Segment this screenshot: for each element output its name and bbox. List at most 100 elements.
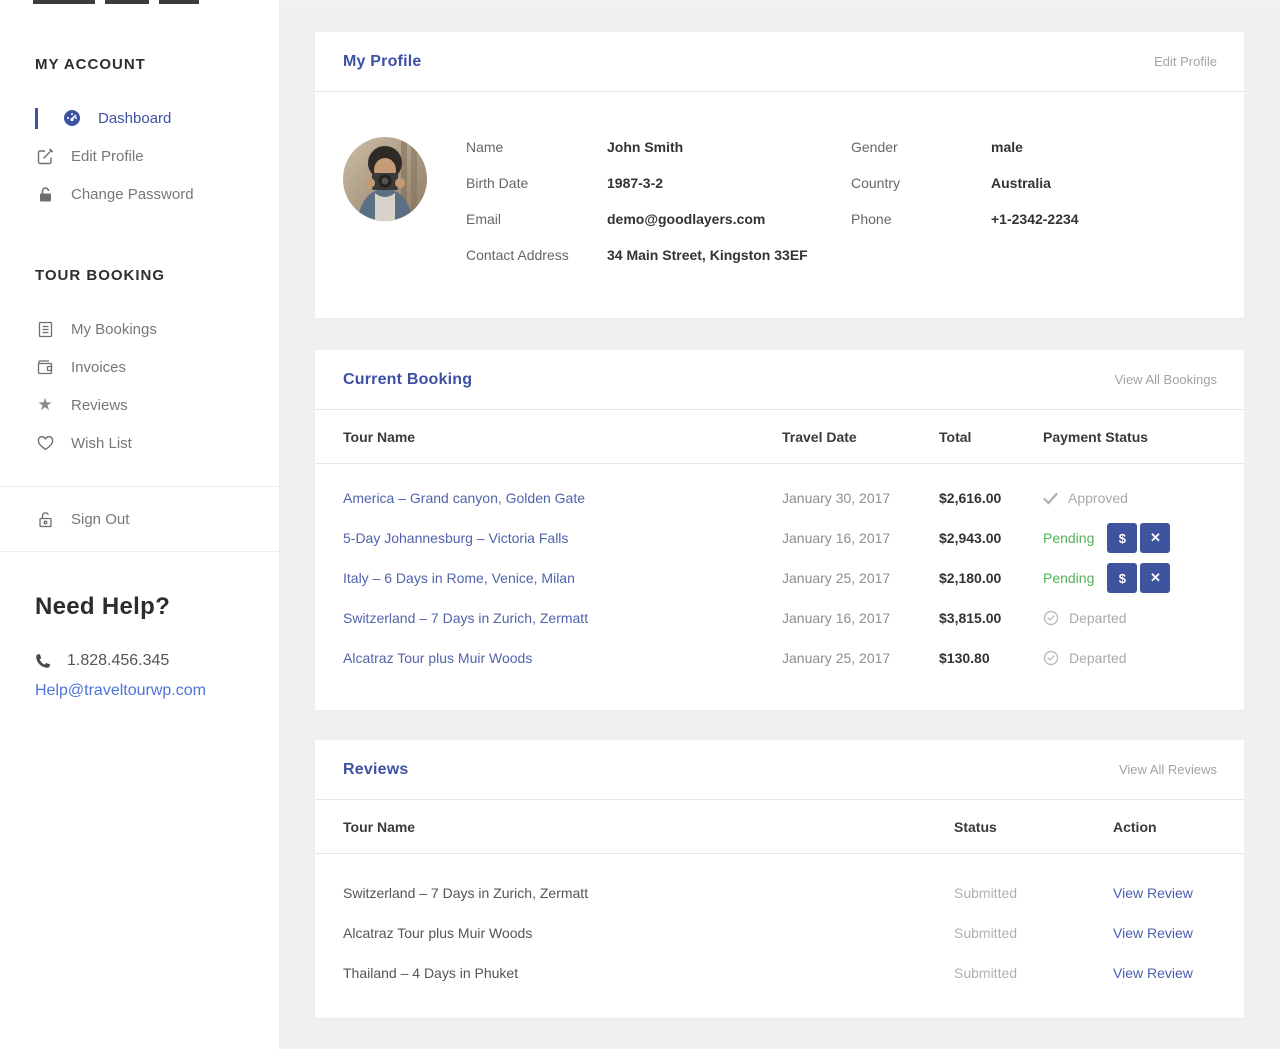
sidebar-item-wish-list[interactable]: Wish List xyxy=(0,424,279,462)
my-profile-title: My Profile xyxy=(343,53,421,71)
dashboard-icon xyxy=(62,109,82,127)
total-amount: $3,815.00 xyxy=(939,610,1043,626)
help-phone-number: 1.828.456.345 xyxy=(67,652,169,670)
check-circle-icon xyxy=(1043,610,1059,626)
pay-button[interactable]: $ xyxy=(1107,563,1137,593)
table-row: America – Grand canyon, Golden Gate Janu… xyxy=(343,478,1217,518)
invoice-icon xyxy=(35,360,55,375)
field-value: John Smith xyxy=(607,139,851,155)
travel-date: January 16, 2017 xyxy=(782,610,939,626)
status-text: Approved xyxy=(1068,490,1128,506)
column-header: Travel Date xyxy=(782,429,939,445)
need-help-title: Need Help? xyxy=(35,593,279,621)
status-text: Pending xyxy=(1043,570,1094,586)
help-email-link[interactable]: Help@traveltourwp.com xyxy=(35,682,206,700)
view-all-bookings-link[interactable]: View All Bookings xyxy=(1115,372,1217,387)
sidebar-item-label: Edit Profile xyxy=(71,148,144,165)
column-header: Total xyxy=(939,429,1043,445)
travel-date: January 30, 2017 xyxy=(782,490,939,506)
reviews-table-header: Tour Name Status Action xyxy=(315,800,1244,854)
sidebar-item-label: Sign Out xyxy=(71,511,129,528)
top-clipped-content xyxy=(280,0,1280,5)
tour-name-link[interactable]: Alcatraz Tour plus Muir Woods xyxy=(343,650,782,666)
travel-date: January 16, 2017 xyxy=(782,530,939,546)
sidebar-item-invoices[interactable]: Invoices xyxy=(0,348,279,386)
sidebar-item-label: Wish List xyxy=(71,435,132,452)
tour-name: Thailand – 4 Days in Phuket xyxy=(343,965,954,981)
review-status: Submitted xyxy=(954,885,1113,901)
view-review-link[interactable]: View Review xyxy=(1113,925,1217,941)
my-profile-card: My Profile Edit Profile xyxy=(315,32,1244,318)
check-circle-icon xyxy=(1043,650,1059,666)
my-account-nav: Dashboard Edit Profile Change Password xyxy=(0,99,279,213)
tour-name-link[interactable]: Switzerland – 7 Days in Zurich, Zermatt xyxy=(343,610,782,626)
field-value: demo@goodlayers.com xyxy=(607,211,851,227)
help-phone-row: 1.828.456.345 xyxy=(35,652,279,670)
column-header: Action xyxy=(1113,819,1217,835)
sidebar-item-change-password[interactable]: Change Password xyxy=(0,175,279,213)
total-amount: $2,616.00 xyxy=(939,490,1043,506)
status-text: Departed xyxy=(1069,610,1127,626)
lock-icon xyxy=(35,186,55,203)
review-status: Submitted xyxy=(954,925,1113,941)
unlock-icon xyxy=(35,511,55,528)
table-row: Italy – 6 Days in Rome, Venice, Milan Ja… xyxy=(343,558,1217,598)
sidebar-item-my-bookings[interactable]: My Bookings xyxy=(0,310,279,348)
pay-button[interactable]: $ xyxy=(1107,523,1137,553)
sidebar-item-edit-profile[interactable]: Edit Profile xyxy=(0,137,279,175)
travel-date: January 25, 2017 xyxy=(782,570,939,586)
bookings-icon xyxy=(35,321,55,338)
reviews-card: Reviews View All Reviews Tour Name Statu… xyxy=(315,740,1244,1018)
sidebar-divider xyxy=(0,551,279,552)
field-value: Australia xyxy=(991,175,1217,191)
booking-table-header: Tour Name Travel Date Total Payment Stat… xyxy=(315,410,1244,464)
heart-icon xyxy=(35,436,55,451)
payment-status: Pending $ ✕ xyxy=(1043,523,1217,553)
tour-name: Alcatraz Tour plus Muir Woods xyxy=(343,925,954,941)
column-header: Status xyxy=(954,819,1113,835)
payment-status: Departed xyxy=(1043,610,1217,626)
field-value: +1-2342-2234 xyxy=(991,211,1217,227)
sidebar-item-sign-out[interactable]: Sign Out xyxy=(0,500,279,538)
column-header: Tour Name xyxy=(343,819,954,835)
tour-name-link[interactable]: America – Grand canyon, Golden Gate xyxy=(343,490,782,506)
need-help-section: Need Help? 1.828.456.345 Help@traveltour… xyxy=(0,593,279,700)
view-review-link[interactable]: View Review xyxy=(1113,885,1217,901)
field-label: Email xyxy=(466,211,607,227)
table-row: Switzerland – 7 Days in Zurich, Zermatt … xyxy=(343,598,1217,638)
phone-icon xyxy=(35,653,51,669)
table-row: Thailand – 4 Days in Phuket Submitted Vi… xyxy=(343,953,1217,993)
table-row: 5-Day Johannesburg – Victoria Falls Janu… xyxy=(343,518,1217,558)
check-icon xyxy=(1043,492,1058,505)
profile-fields: Name John Smith Gender male Birth Date 1… xyxy=(466,129,1217,273)
sidebar-item-label: Dashboard xyxy=(98,110,171,127)
field-value: 34 Main Street, Kingston 33EF xyxy=(607,247,851,263)
total-amount: $2,180.00 xyxy=(939,570,1043,586)
table-row: Alcatraz Tour plus Muir Woods Submitted … xyxy=(343,913,1217,953)
tour-name-link[interactable]: Italy – 6 Days in Rome, Venice, Milan xyxy=(343,570,782,586)
sidebar-item-label: Change Password xyxy=(71,186,194,203)
edit-profile-link[interactable]: Edit Profile xyxy=(1154,54,1217,69)
tour-name-link[interactable]: 5-Day Johannesburg – Victoria Falls xyxy=(343,530,782,546)
cancel-booking-button[interactable]: ✕ xyxy=(1140,523,1170,553)
field-label: Name xyxy=(466,139,607,155)
view-review-link[interactable]: View Review xyxy=(1113,965,1217,981)
sidebar-heading-tour-booking: TOUR BOOKING xyxy=(0,267,279,284)
current-booking-card: Current Booking View All Bookings Tour N… xyxy=(315,350,1244,710)
active-indicator xyxy=(35,108,38,129)
travel-date: January 25, 2017 xyxy=(782,650,939,666)
cancel-booking-button[interactable]: ✕ xyxy=(1140,563,1170,593)
view-all-reviews-link[interactable]: View All Reviews xyxy=(1119,762,1217,777)
field-value: 1987-3-2 xyxy=(607,175,851,191)
payment-status: Approved xyxy=(1043,490,1217,506)
field-label: Gender xyxy=(851,139,991,155)
dashboard-page: MY ACCOUNT Dashboard Edit Profile Change xyxy=(0,0,1280,1049)
payment-status: Departed xyxy=(1043,650,1217,666)
sidebar-item-label: Invoices xyxy=(71,359,126,376)
sidebar-item-reviews[interactable]: ★ Reviews xyxy=(0,386,279,424)
sidebar-item-dashboard[interactable]: Dashboard xyxy=(0,99,279,137)
review-status: Submitted xyxy=(954,965,1113,981)
field-label: Birth Date xyxy=(466,175,607,191)
tour-booking-nav: My Bookings Invoices ★ Reviews Wish List xyxy=(0,310,279,462)
reviews-title: Reviews xyxy=(343,761,408,779)
